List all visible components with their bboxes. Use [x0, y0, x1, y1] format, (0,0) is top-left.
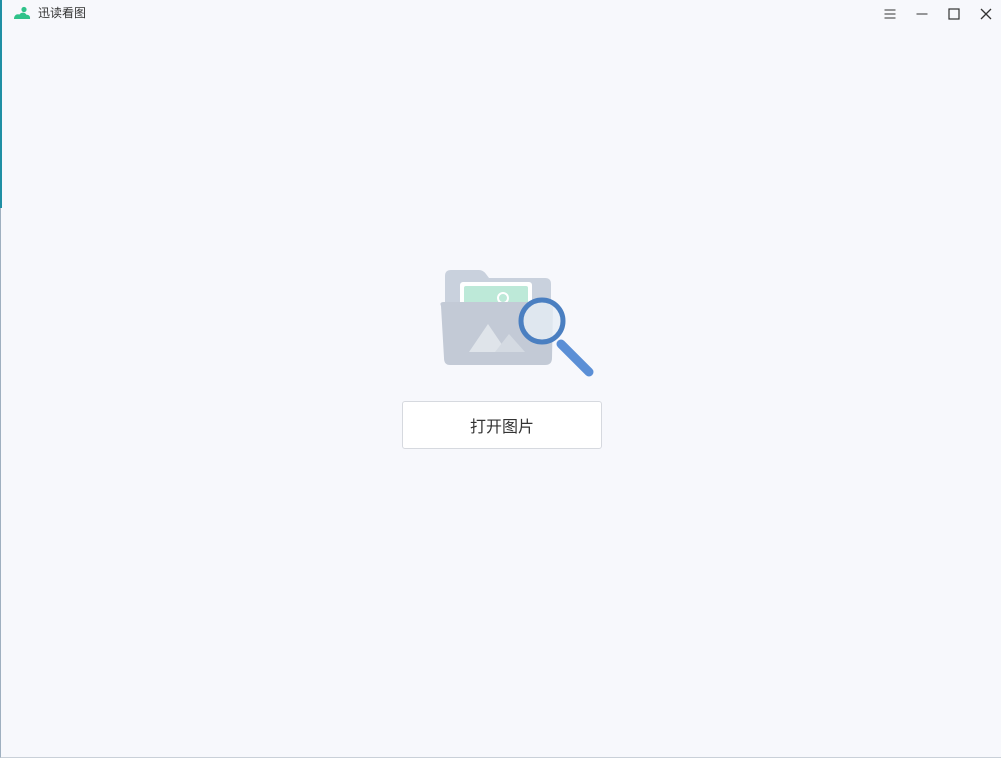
empty-state: 打开图片 [1, 0, 1001, 758]
open-image-button[interactable]: 打开图片 [402, 401, 602, 449]
folder-image-search-icon [440, 270, 594, 377]
app-window: 迅读看图 打开图片 [0, 0, 1001, 758]
